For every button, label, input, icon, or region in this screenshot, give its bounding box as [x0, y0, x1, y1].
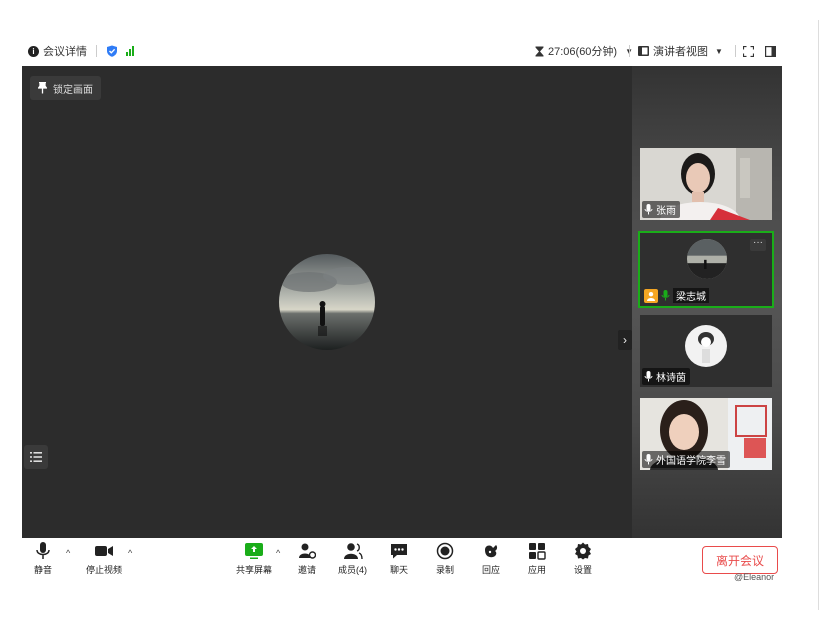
- members-icon: [343, 543, 363, 560]
- participant-name: 林诗茵: [656, 373, 686, 384]
- sidebar-toggle-button[interactable]: [765, 36, 776, 66]
- apps-button[interactable]: 应用: [528, 542, 546, 576]
- reactions-label: 回应: [482, 565, 501, 575]
- mic-icon: [644, 454, 653, 465]
- video-options-caret[interactable]: ^: [128, 548, 132, 558]
- leave-meeting-label: 离开会议: [715, 553, 764, 568]
- view-mode-button[interactable]: 演讲者视图 ▼: [638, 36, 723, 66]
- participant-avatar: [685, 325, 727, 367]
- bottom-toolbar: 静音 ^ 停止视频 ^ 共享屏幕 ^ 邀请 成员(4) 聊天 录制 回应 应用 …: [22, 538, 782, 586]
- signal-icon: [126, 46, 134, 56]
- participant-tile[interactable]: 张雨: [640, 148, 772, 220]
- settings-button[interactable]: 设置: [574, 542, 592, 576]
- participant-tile[interactable]: 林诗茵: [640, 315, 772, 387]
- mute-options-caret[interactable]: ^: [66, 548, 70, 558]
- participant-tile-active[interactable]: ··· 梁志城: [638, 231, 774, 308]
- mic-icon: [644, 371, 653, 382]
- fullscreen-icon: [743, 45, 754, 57]
- participant-label: 林诗茵: [642, 368, 690, 385]
- camera-icon: [95, 546, 113, 556]
- active-speaker-avatar: [279, 254, 375, 350]
- reactions-button[interactable]: 回应: [482, 542, 500, 576]
- security-button[interactable]: [106, 36, 118, 66]
- mic-active-icon: [661, 290, 670, 301]
- reaction-icon: [485, 545, 498, 558]
- mic-icon: [644, 204, 653, 215]
- meeting-window: i 会议详情 27:06(60分钟) ▼: [22, 36, 782, 586]
- top-bar: i 会议详情 27:06(60分钟) ▼: [22, 36, 782, 66]
- lock-view-button[interactable]: 锁定画面: [30, 76, 101, 100]
- mute-button[interactable]: 静音: [34, 542, 52, 576]
- meeting-details-button[interactable]: i 会议详情: [28, 36, 87, 66]
- record-button[interactable]: 录制: [436, 542, 454, 576]
- mic-icon: [36, 542, 50, 559]
- participant-name: 外国语学院李雪: [656, 456, 726, 467]
- fullscreen-button[interactable]: [743, 36, 754, 66]
- invite-button[interactable]: 邀请: [298, 542, 316, 576]
- divider: [735, 45, 736, 57]
- participant-avatar: [687, 239, 727, 279]
- participant-label: 张雨: [642, 201, 680, 218]
- chat-label: 聊天: [390, 565, 409, 575]
- record-label: 录制: [436, 565, 455, 575]
- page-divider: [818, 20, 819, 610]
- share-screen-icon: [245, 543, 263, 559]
- network-status[interactable]: [126, 36, 134, 66]
- layout-icon: [638, 46, 649, 56]
- participant-name: 张雨: [656, 206, 676, 217]
- settings-label: 设置: [574, 565, 593, 575]
- watermark: @Eleanor: [734, 572, 775, 582]
- hourglass-icon: [535, 46, 544, 56]
- divider: [629, 45, 630, 57]
- lock-view-label: 锁定画面: [53, 84, 93, 96]
- collapse-sidebar-button[interactable]: ›: [618, 330, 632, 350]
- members-label: 成员(4): [338, 565, 367, 575]
- pin-icon: [38, 82, 47, 94]
- meeting-timer[interactable]: 27:06(60分钟) ▼: [535, 36, 633, 66]
- timer-text: 27:06(60分钟): [548, 46, 618, 58]
- host-badge-icon: [644, 288, 658, 303]
- more-options-button[interactable]: ···: [750, 238, 766, 251]
- share-options-caret[interactable]: ^: [276, 548, 280, 558]
- divider: [96, 45, 97, 57]
- main-video-stage: 锁定画面 ›: [22, 66, 632, 538]
- view-mode-label: 演讲者视图: [653, 46, 708, 58]
- apps-label: 应用: [528, 565, 547, 575]
- stop-video-label: 停止视频: [86, 565, 123, 575]
- participant-tile[interactable]: 外国语学院李雪: [640, 398, 772, 470]
- dropdown-icon: ▼: [715, 46, 723, 56]
- participant-sidebar: 张雨 ··· 梁志城 林诗茵 外国语学院李雪: [632, 66, 782, 538]
- leave-meeting-button[interactable]: 离开会议: [702, 546, 778, 574]
- list-icon: [30, 452, 42, 462]
- chevron-right-icon: ›: [623, 333, 627, 347]
- chat-button[interactable]: 聊天: [390, 542, 408, 576]
- invite-icon: [299, 543, 316, 559]
- participant-list-toggle[interactable]: [24, 445, 48, 469]
- sidebar-toggle-icon: [765, 45, 776, 57]
- stop-video-button[interactable]: 停止视频: [86, 542, 122, 576]
- apps-icon: [529, 543, 546, 560]
- participant-name: 梁志城: [673, 288, 709, 303]
- share-screen-button[interactable]: 共享屏幕: [236, 542, 272, 576]
- participant-label: 梁志城: [642, 287, 713, 304]
- shield-icon: [107, 45, 117, 57]
- chat-icon: [391, 544, 407, 559]
- gear-icon: [575, 542, 591, 560]
- record-icon: [436, 542, 454, 560]
- members-button[interactable]: 成员(4): [338, 542, 367, 576]
- mute-label: 静音: [34, 565, 53, 575]
- participant-label: 外国语学院李雪: [642, 451, 730, 468]
- invite-label: 邀请: [298, 565, 317, 575]
- share-screen-label: 共享屏幕: [236, 565, 273, 575]
- info-icon: i: [28, 45, 39, 57]
- meeting-details-label: 会议详情: [43, 46, 87, 58]
